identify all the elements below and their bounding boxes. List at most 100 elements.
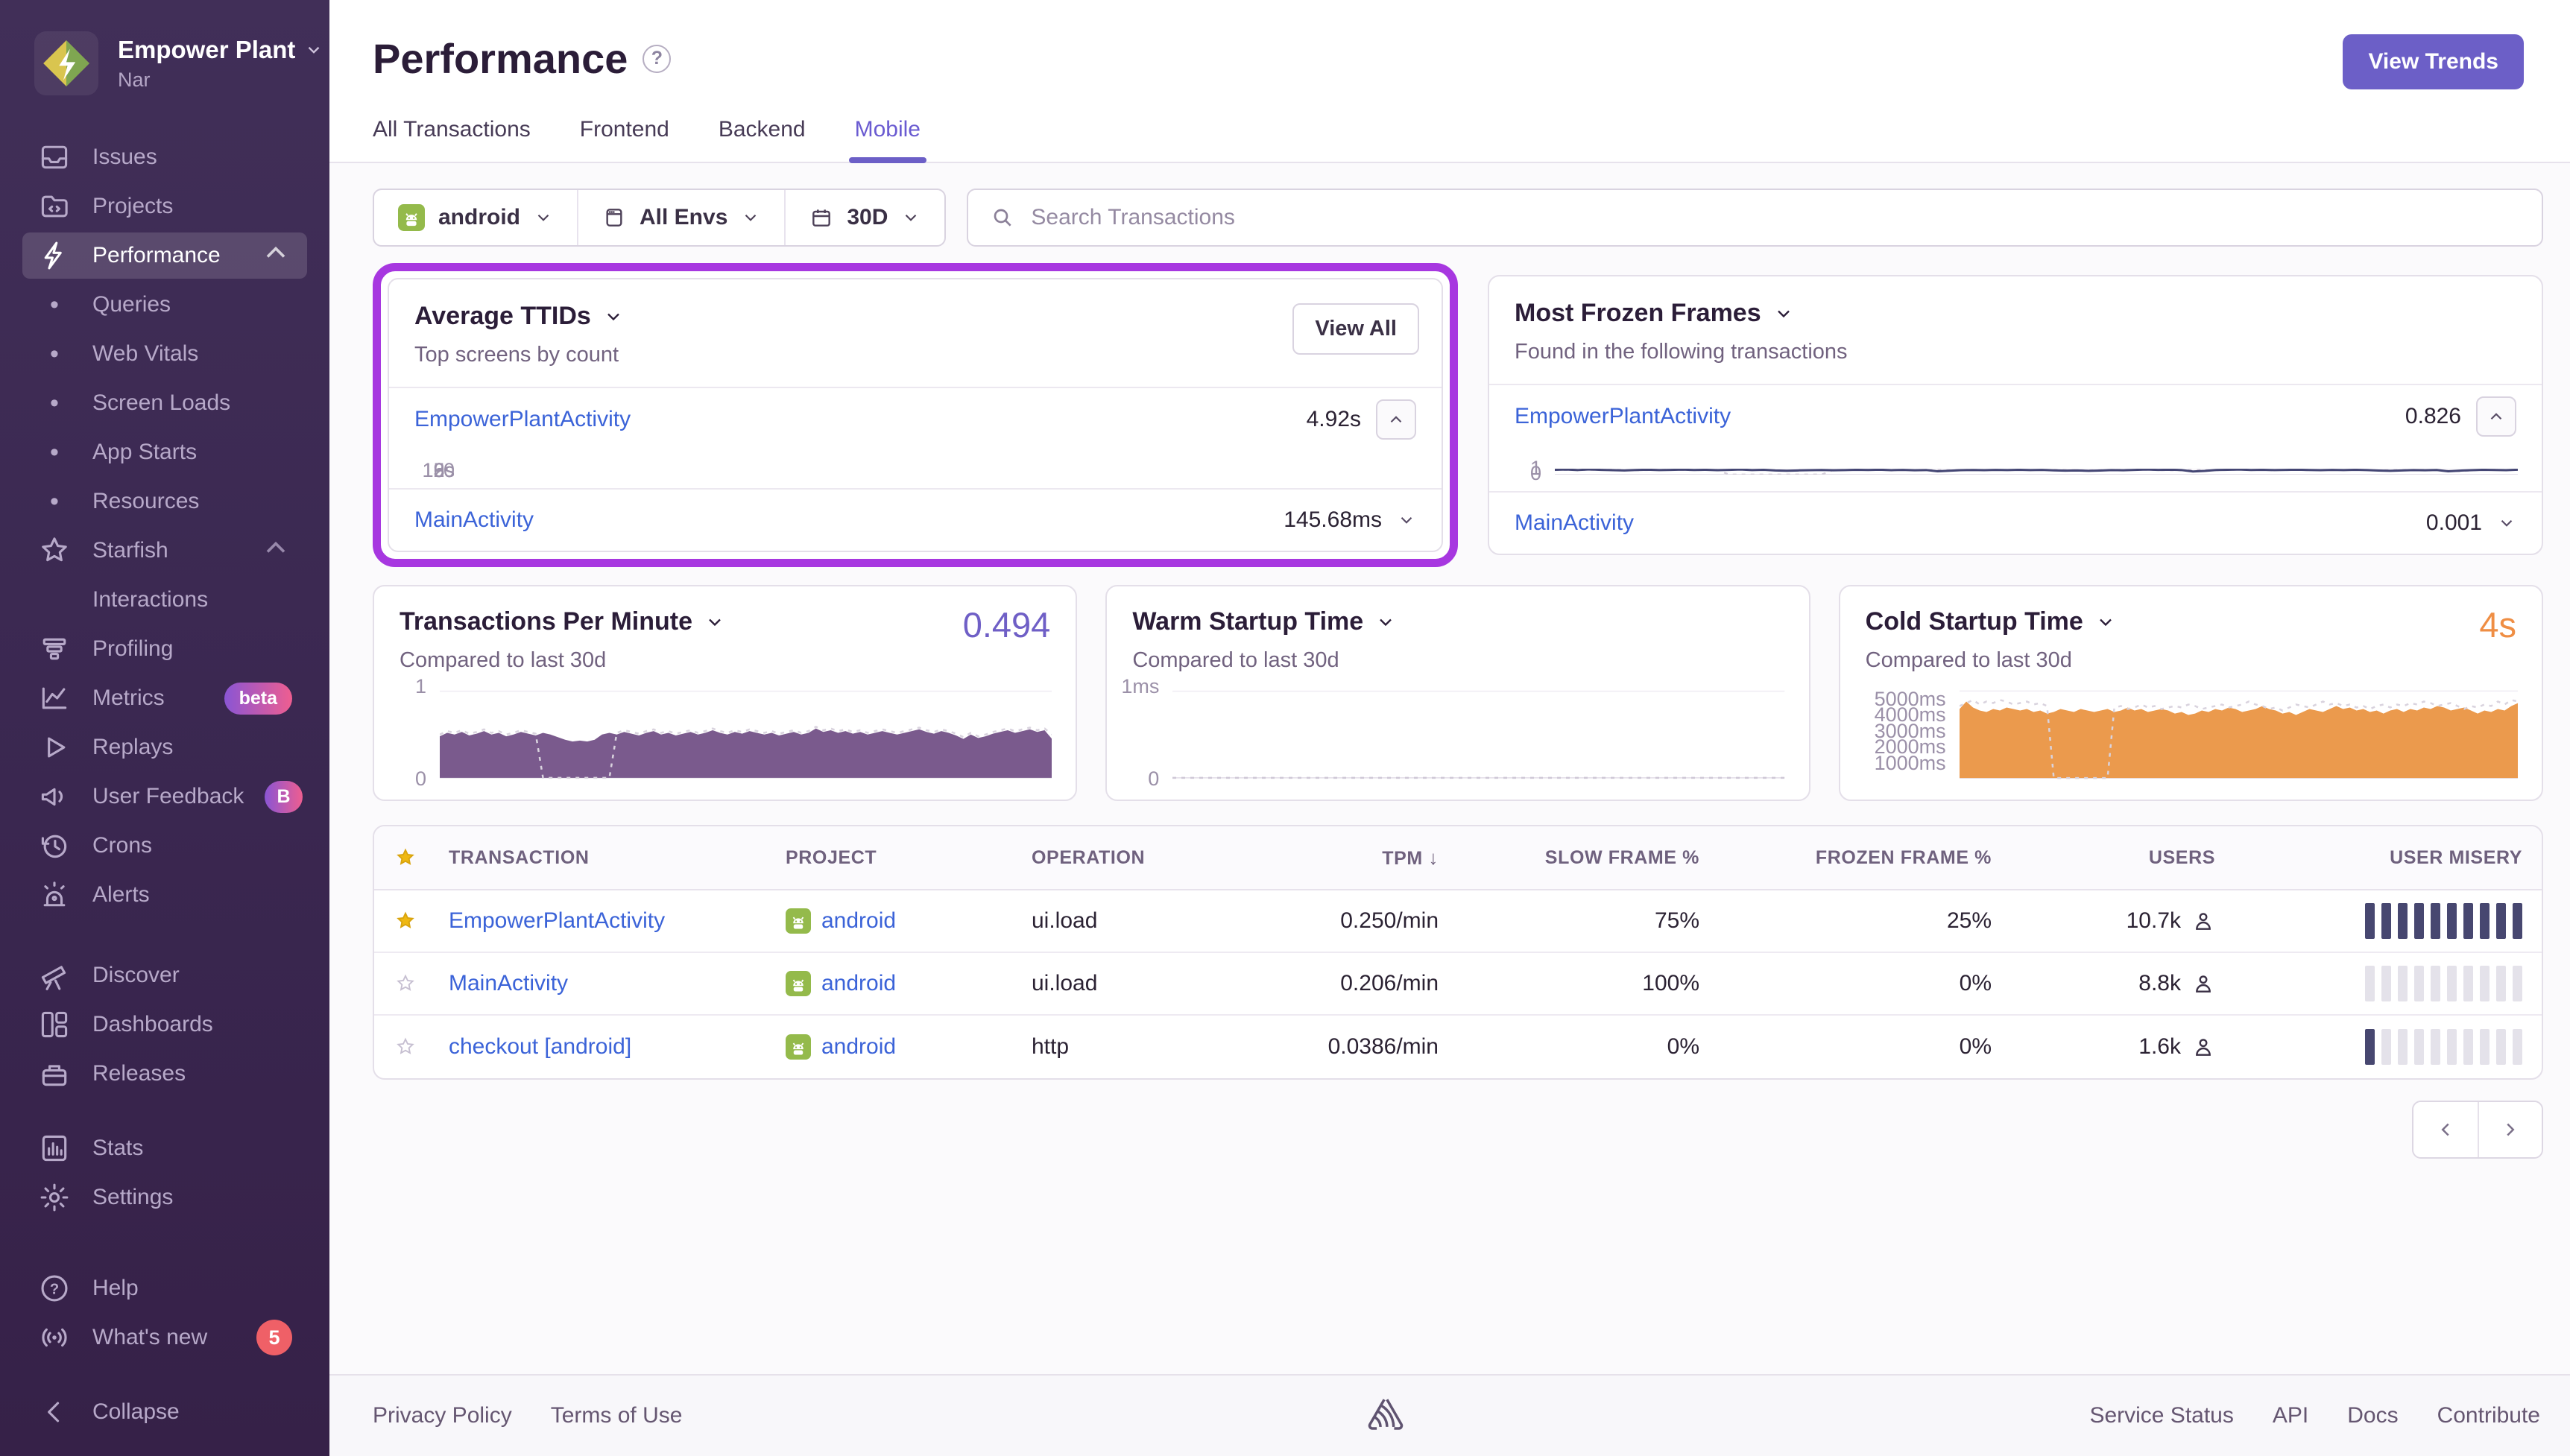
- expand-row-button[interactable]: [1397, 510, 1416, 530]
- star-toggle[interactable]: [374, 908, 432, 934]
- sidebar-item-dashboards[interactable]: Dashboards: [22, 1001, 307, 1048]
- sidebar-item-label: User Feedback: [92, 784, 244, 809]
- transaction-link[interactable]: EmpowerPlantActivity: [414, 407, 631, 432]
- user-icon: [2191, 909, 2215, 933]
- sidebar-item-what-s-new[interactable]: What's new5: [22, 1314, 307, 1361]
- average-ttids-subtitle: Top screens by count: [414, 343, 1416, 367]
- api-link[interactable]: API: [2273, 1403, 2308, 1428]
- column-header-frozen-frame[interactable]: FROZEN FRAME %: [1716, 847, 2008, 869]
- cold-startup-title-dropdown[interactable]: Cold Startup Time: [1866, 607, 2516, 636]
- terms-of-use-link[interactable]: Terms of Use: [551, 1403, 683, 1428]
- transaction-link[interactable]: EmpowerPlantActivity: [449, 908, 665, 933]
- tpm-big-value: 0.494: [963, 604, 1051, 645]
- sidebar-item-label: Discover: [92, 963, 180, 988]
- project-link[interactable]: android: [821, 971, 896, 996]
- sidebar-item-collapse[interactable]: Collapse: [22, 1389, 307, 1435]
- chevron-down-icon: [534, 208, 553, 227]
- project-link[interactable]: android: [821, 908, 896, 934]
- column-header-users[interactable]: USERS: [2008, 847, 2232, 869]
- sidebar-item-projects[interactable]: Projects: [22, 183, 307, 230]
- star-toggle[interactable]: [374, 971, 432, 996]
- sidebar-item-queries[interactable]: •Queries: [22, 282, 307, 328]
- transaction-link[interactable]: MainActivity: [449, 971, 568, 996]
- column-header-user-misery[interactable]: USER MISERY: [2232, 847, 2542, 869]
- tpm-subtitle: Compared to last 30d: [400, 648, 1050, 673]
- transaction-link[interactable]: MainActivity: [414, 507, 534, 533]
- frozen-frame-cell: 0%: [1716, 1034, 2008, 1060]
- project-link[interactable]: android: [821, 1034, 896, 1060]
- collapse-row-button[interactable]: [2476, 396, 2516, 437]
- star-toggle[interactable]: [374, 1034, 432, 1060]
- org-switcher[interactable]: Empower Plant Nar: [0, 0, 329, 121]
- tab-mobile[interactable]: Mobile: [855, 117, 921, 162]
- pagination: [2412, 1101, 2543, 1159]
- user-misery-bars: [2232, 903, 2542, 939]
- most-frozen-frames-title-dropdown[interactable]: Most Frozen Frames: [1515, 299, 2516, 328]
- chevron-down-icon: [2095, 612, 2116, 633]
- sidebar-item-metrics[interactable]: Metricsbeta: [22, 675, 307, 721]
- date-range-value: 30D: [847, 205, 888, 230]
- environment-filter-dropdown[interactable]: All Envs: [577, 190, 784, 245]
- sidebar-item-web-vitals[interactable]: •Web Vitals: [22, 331, 307, 377]
- sidebar-item-user-feedback[interactable]: User FeedbackB: [22, 773, 307, 820]
- sidebar-item-starfish[interactable]: Starfish: [22, 528, 307, 574]
- projects-icon: [37, 189, 72, 224]
- chevron-left-icon: [2434, 1118, 2457, 1141]
- sidebar-item-interactions[interactable]: Interactions: [22, 577, 307, 623]
- collapse-row-button[interactable]: [1376, 399, 1416, 440]
- sidebar-item-resources[interactable]: •Resources: [22, 478, 307, 525]
- tab-frontend[interactable]: Frontend: [580, 117, 669, 162]
- sidebar-item-discover[interactable]: Discover: [22, 952, 307, 998]
- sidebar-item-alerts[interactable]: Alerts: [22, 872, 307, 918]
- previous-page-button[interactable]: [2413, 1102, 2478, 1157]
- sidebar-item-issues[interactable]: Issues: [22, 134, 307, 180]
- expand-row-button[interactable]: [2497, 513, 2516, 533]
- date-range-dropdown[interactable]: 30D: [784, 190, 944, 245]
- tab-backend[interactable]: Backend: [719, 117, 806, 162]
- docs-link[interactable]: Docs: [2347, 1403, 2398, 1428]
- sidebar-item-help[interactable]: ?Help: [22, 1265, 307, 1311]
- column-header-project[interactable]: PROJECT: [769, 847, 1015, 869]
- sidebar-item-label: Releases: [92, 1061, 186, 1086]
- sidebar-item-replays[interactable]: Replays: [22, 724, 307, 770]
- cold-startup-chart: [1960, 688, 2518, 780]
- android-icon: [786, 908, 811, 934]
- view-all-button[interactable]: View All: [1292, 303, 1419, 355]
- warm-startup-title-dropdown[interactable]: Warm Startup Time: [1132, 607, 1783, 636]
- table-row: MainActivityandroidui.load0.206/min100%0…: [374, 953, 2542, 1016]
- contribute-link[interactable]: Contribute: [2437, 1403, 2540, 1428]
- sidebar-item-profiling[interactable]: Profiling: [22, 626, 307, 672]
- sidebar-item-label: Issues: [92, 145, 157, 170]
- page-header: Performance ? View Trends All Transactio…: [329, 0, 2570, 163]
- view-trends-button[interactable]: View Trends: [2343, 34, 2524, 89]
- service-status-link[interactable]: Service Status: [2089, 1403, 2233, 1428]
- transaction-link[interactable]: EmpowerPlantActivity: [1515, 404, 1731, 429]
- sidebar-item-label: Web Vitals: [92, 341, 198, 367]
- sidebar-item-screen-loads[interactable]: •Screen Loads: [22, 380, 307, 426]
- whatsnew-icon: [37, 1320, 72, 1355]
- transaction-link[interactable]: checkout [android]: [449, 1034, 631, 1059]
- tab-all-transactions[interactable]: All Transactions: [373, 117, 531, 162]
- calendar-icon: [809, 206, 833, 230]
- column-header-slow-frame[interactable]: SLOW FRAME %: [1455, 847, 1716, 869]
- sidebar-item-performance[interactable]: Performance: [22, 232, 307, 279]
- transaction-link[interactable]: MainActivity: [1515, 510, 1634, 536]
- sidebar-item-crons[interactable]: Crons: [22, 823, 307, 869]
- average-ttids-title-dropdown[interactable]: Average TTIDs: [414, 302, 1416, 331]
- project-filter-dropdown[interactable]: android: [374, 190, 577, 245]
- privacy-policy-link[interactable]: Privacy Policy: [373, 1403, 512, 1428]
- sidebar-item-stats[interactable]: Stats: [22, 1125, 307, 1171]
- sidebar-item-label: Settings: [92, 1185, 173, 1210]
- chevron-down-icon: [901, 208, 921, 227]
- sidebar-item-settings[interactable]: Settings: [22, 1174, 307, 1221]
- tpm-title-dropdown[interactable]: Transactions Per Minute: [400, 607, 1050, 636]
- column-header-transaction[interactable]: TRANSACTION: [432, 847, 769, 869]
- search-transactions-input[interactable]: [1031, 205, 2519, 230]
- column-header-tpm[interactable]: TPM ↓: [1261, 846, 1455, 870]
- help-tooltip-icon[interactable]: ?: [642, 45, 671, 73]
- next-page-button[interactable]: [2478, 1102, 2542, 1157]
- sidebar-item-releases[interactable]: Releases: [22, 1051, 307, 1097]
- sidebar-item-app-starts[interactable]: •App Starts: [22, 429, 307, 475]
- column-header-operation[interactable]: OPERATION: [1015, 847, 1261, 869]
- sidebar-item-label: Metrics: [92, 686, 165, 711]
